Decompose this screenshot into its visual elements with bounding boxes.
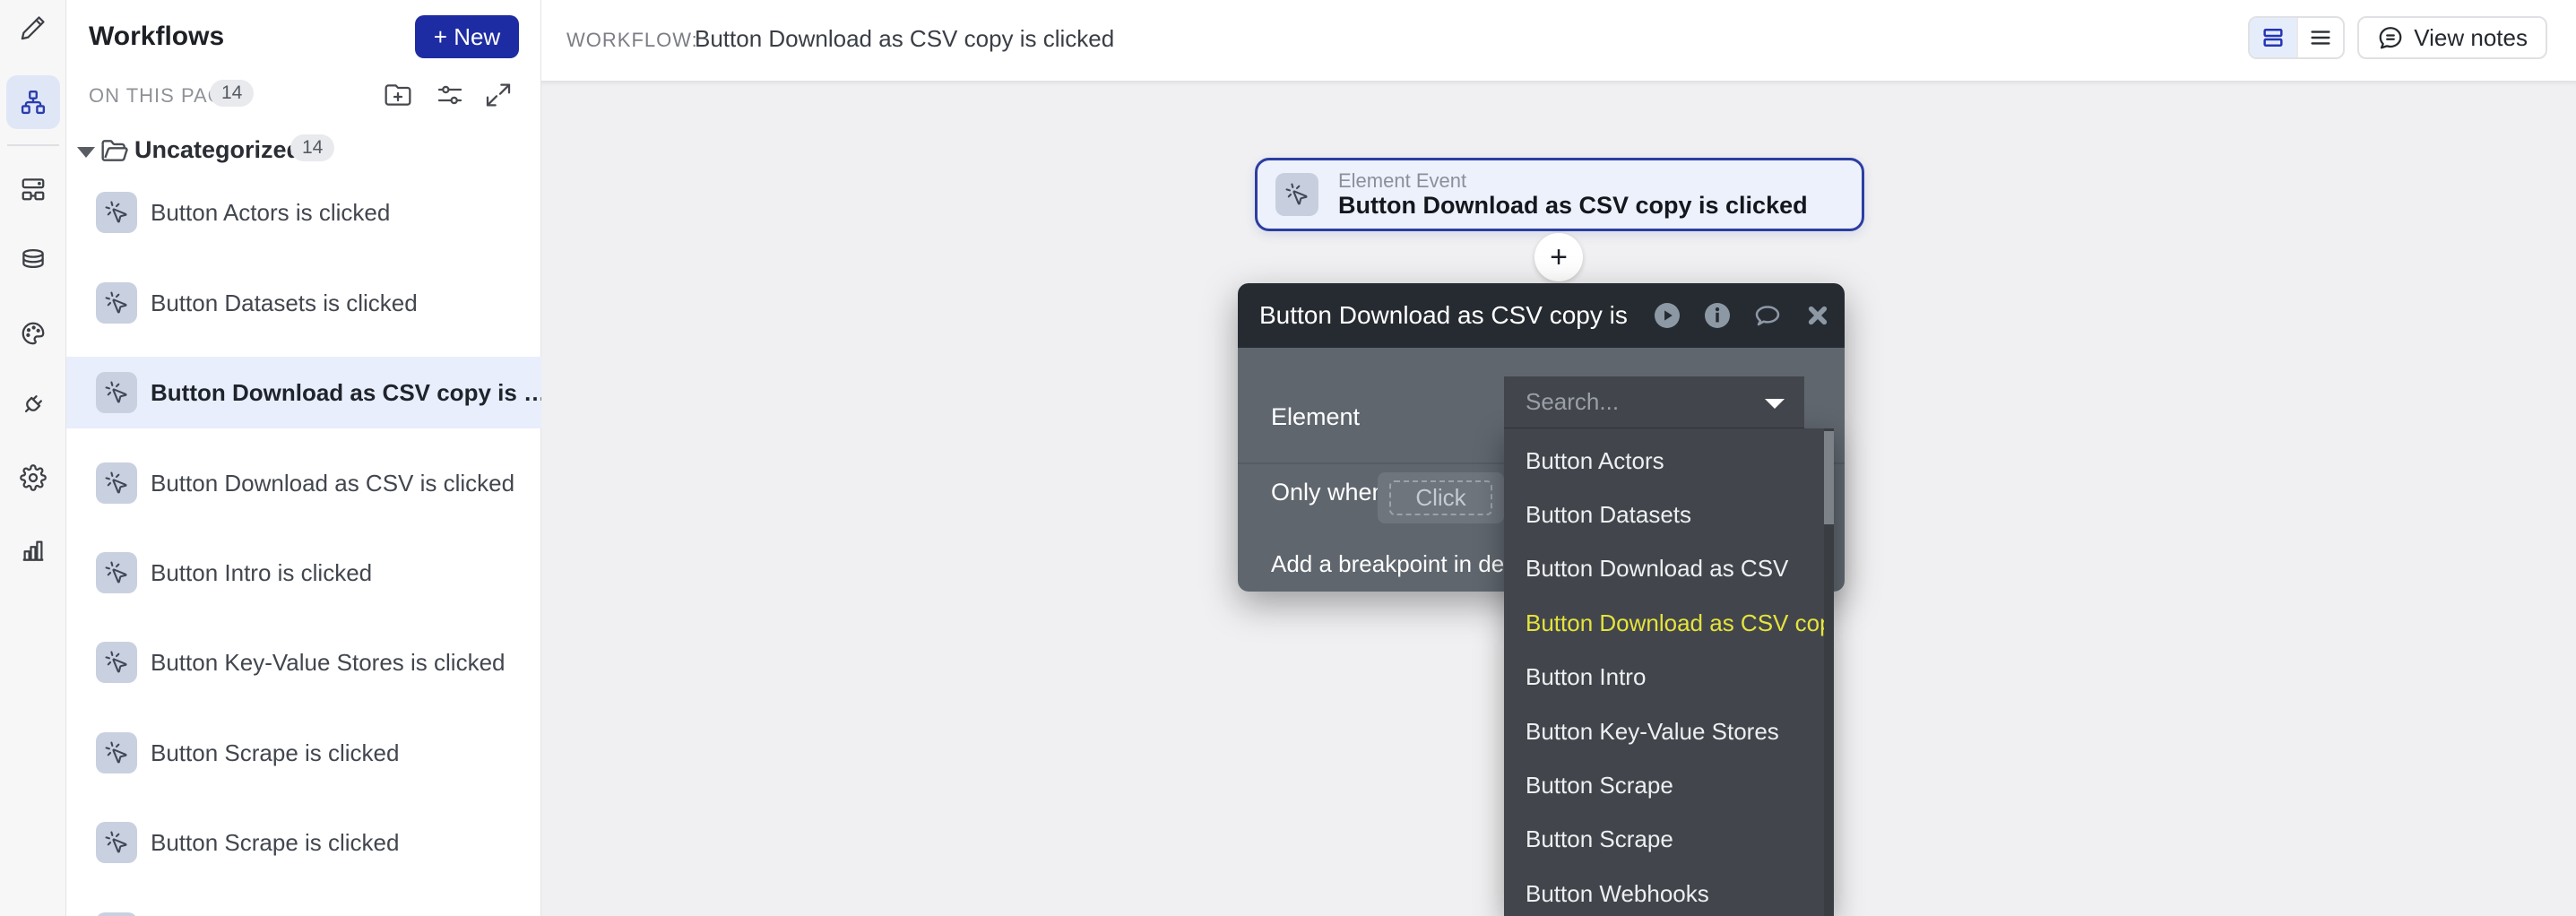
click-chip-label: Click [1389,480,1492,515]
breakpoint-label: Add a breakpoint in deb [1271,550,1517,578]
icon-rail [0,0,66,916]
new-folder-icon[interactable] [384,81,412,109]
dropdown-option-button-webhooks[interactable]: Button Webhooks [1504,867,1834,916]
sidebar-item-button-actors[interactable]: Button Actors is clicked [66,177,541,248]
dropdown-scrollbar[interactable] [1824,428,1834,916]
cursor-click-icon [96,372,137,413]
dropdown-option-button-download-csv-copy[interactable]: Button Download as CSV copy [1504,596,1834,650]
node-type-label: Element Event [1338,169,1808,192]
sidebar-item-label: Button Intro is clicked [151,559,372,587]
folder-row-uncategorized[interactable]: Uncategorized 14 [66,134,540,170]
folder-collapse-caret-icon[interactable] [77,147,95,158]
sidebar-item-button-key-value-stores[interactable]: Button Key-Value Stores is clicked [66,627,541,698]
modal-actions [1653,283,1832,348]
new-workflow-button[interactable]: + New [415,15,519,58]
sidebar-item-button-intro[interactable]: Button Intro is clicked [66,537,541,609]
sidebar-title: Workflows [89,22,224,52]
sidebar-item-button-scrape-2[interactable]: Button Scrape is clicked [66,807,541,878]
node-texts: Element Event Button Download as CSV cop… [1338,169,1808,220]
sidebar-toolbar: ON THIS PAGE 14 [66,79,540,111]
workflows-icon [20,89,47,116]
view-mode-segmented-control [2248,16,2345,59]
rail-item-workflows-active[interactable] [6,75,60,129]
info-icon[interactable] [1703,301,1732,330]
cursor-click-icon [96,822,137,863]
sidebar-item-label: Button Datasets is clicked [151,289,418,317]
node-title: Button Download as CSV copy is clicked [1338,192,1808,220]
modal-title: Button Download as CSV copy is [1259,301,1628,330]
sidebar-item-label: Button Actors is clicked [151,199,390,227]
dropdown-scrollbar-thumb[interactable] [1824,431,1834,524]
gear-icon[interactable] [20,464,47,491]
sidebar-item-button-scrape-1[interactable]: Button Scrape is clicked [66,717,541,789]
note-bubble-icon [2377,24,2404,51]
sidebar-item-button-datasets[interactable]: Button Datasets is clicked [66,267,541,339]
sidebar-item-button-download-csv-copy[interactable]: Button Download as CSV copy is … [66,357,541,428]
workflow-canvas[interactable]: Element Event Button Download as CSV cop… [541,82,2576,916]
filter-sliders-icon[interactable] [436,81,464,109]
click-condition-chip[interactable]: Click [1378,472,1504,523]
cursor-click-icon [96,282,137,324]
cursor-click-icon [96,192,137,233]
sidebar-header: Workflows + New [66,0,540,73]
cursor-click-icon [96,732,137,773]
sidebar-item-label: Button Download as CSV is clicked [151,470,514,497]
components-icon[interactable] [20,176,47,203]
chevron-down-icon [1765,399,1785,409]
comment-icon[interactable] [1753,301,1782,330]
play-icon[interactable] [1653,301,1681,330]
dropdown-option-button-download-csv[interactable]: Button Download as CSV [1504,542,1834,596]
view-notes-label: View notes [2414,24,2528,52]
open-folder-icon [100,136,129,165]
folder-name: Uncategorized [134,136,301,164]
cursor-click-icon [1275,173,1318,216]
workflow-title: Button Download as CSV copy is clicked [695,25,1114,53]
workflow-node-element-event[interactable]: Element Event Button Download as CSV cop… [1255,158,1864,231]
dropdown-option-button-actors[interactable]: Button Actors [1504,434,1834,488]
cursor-click-icon [96,462,137,504]
folder-count-badge: 14 [290,134,334,161]
dropdown-option-button-datasets[interactable]: Button Datasets [1504,488,1834,541]
database-icon[interactable] [20,247,47,274]
workflows-sidebar: Workflows + New ON THIS PAGE 14 Uncatego… [66,0,541,916]
close-icon[interactable] [1803,301,1832,330]
palette-icon[interactable] [20,320,47,347]
sidebar-item-label: Button Key-Value Stores is clicked [151,649,505,677]
plug-icon[interactable] [20,391,47,418]
bar-chart-icon[interactable] [20,537,47,564]
only-when-label: Only when [1271,479,1386,506]
workflow-label: WORKFLOW: [566,29,698,52]
cursor-click-icon [96,552,137,593]
sidebar-item-button-download-csv[interactable]: Button Download as CSV is clicked [66,447,541,519]
cursor-click-icon [96,642,137,683]
rail-divider [7,144,59,146]
view-notes-button[interactable]: View notes [2357,16,2547,59]
on-this-page-count-badge: 14 [210,80,254,107]
add-step-button[interactable]: + [1534,233,1583,281]
topbar-right-group: View notes [2248,16,2547,59]
element-dropdown-list: Button Actors Button Datasets Button Dow… [1504,428,1834,916]
element-select-box[interactable] [1504,376,1804,428]
sidebar-item-label: Button Scrape is clicked [151,829,399,857]
edit-pencil-icon[interactable] [20,14,47,41]
sidebar-item-label: Button Scrape is clicked [151,739,399,767]
dropdown-option-button-key-value-stores[interactable]: Button Key-Value Stores [1504,704,1834,758]
workflow-topbar: WORKFLOW: Button Download as CSV copy is… [541,0,2576,82]
element-field-label: Element [1271,403,1360,431]
sidebar-item-label: Button Download as CSV copy is … [151,379,541,407]
rows-view-toggle[interactable] [2250,18,2296,57]
dropdown-option-button-intro[interactable]: Button Intro [1504,651,1834,704]
cursor-click-icon [96,912,137,916]
sidebar-item-partial[interactable] [66,897,541,916]
dropdown-option-button-scrape-2[interactable]: Button Scrape [1504,813,1834,867]
modal-header: Button Download as CSV copy is [1238,283,1845,348]
expand-icon[interactable] [484,81,513,109]
element-search-input[interactable] [1526,376,1741,428]
main-area: WORKFLOW: Button Download as CSV copy is… [541,0,2576,916]
list-view-toggle[interactable] [2296,18,2343,57]
dropdown-option-button-scrape-1[interactable]: Button Scrape [1504,758,1834,812]
